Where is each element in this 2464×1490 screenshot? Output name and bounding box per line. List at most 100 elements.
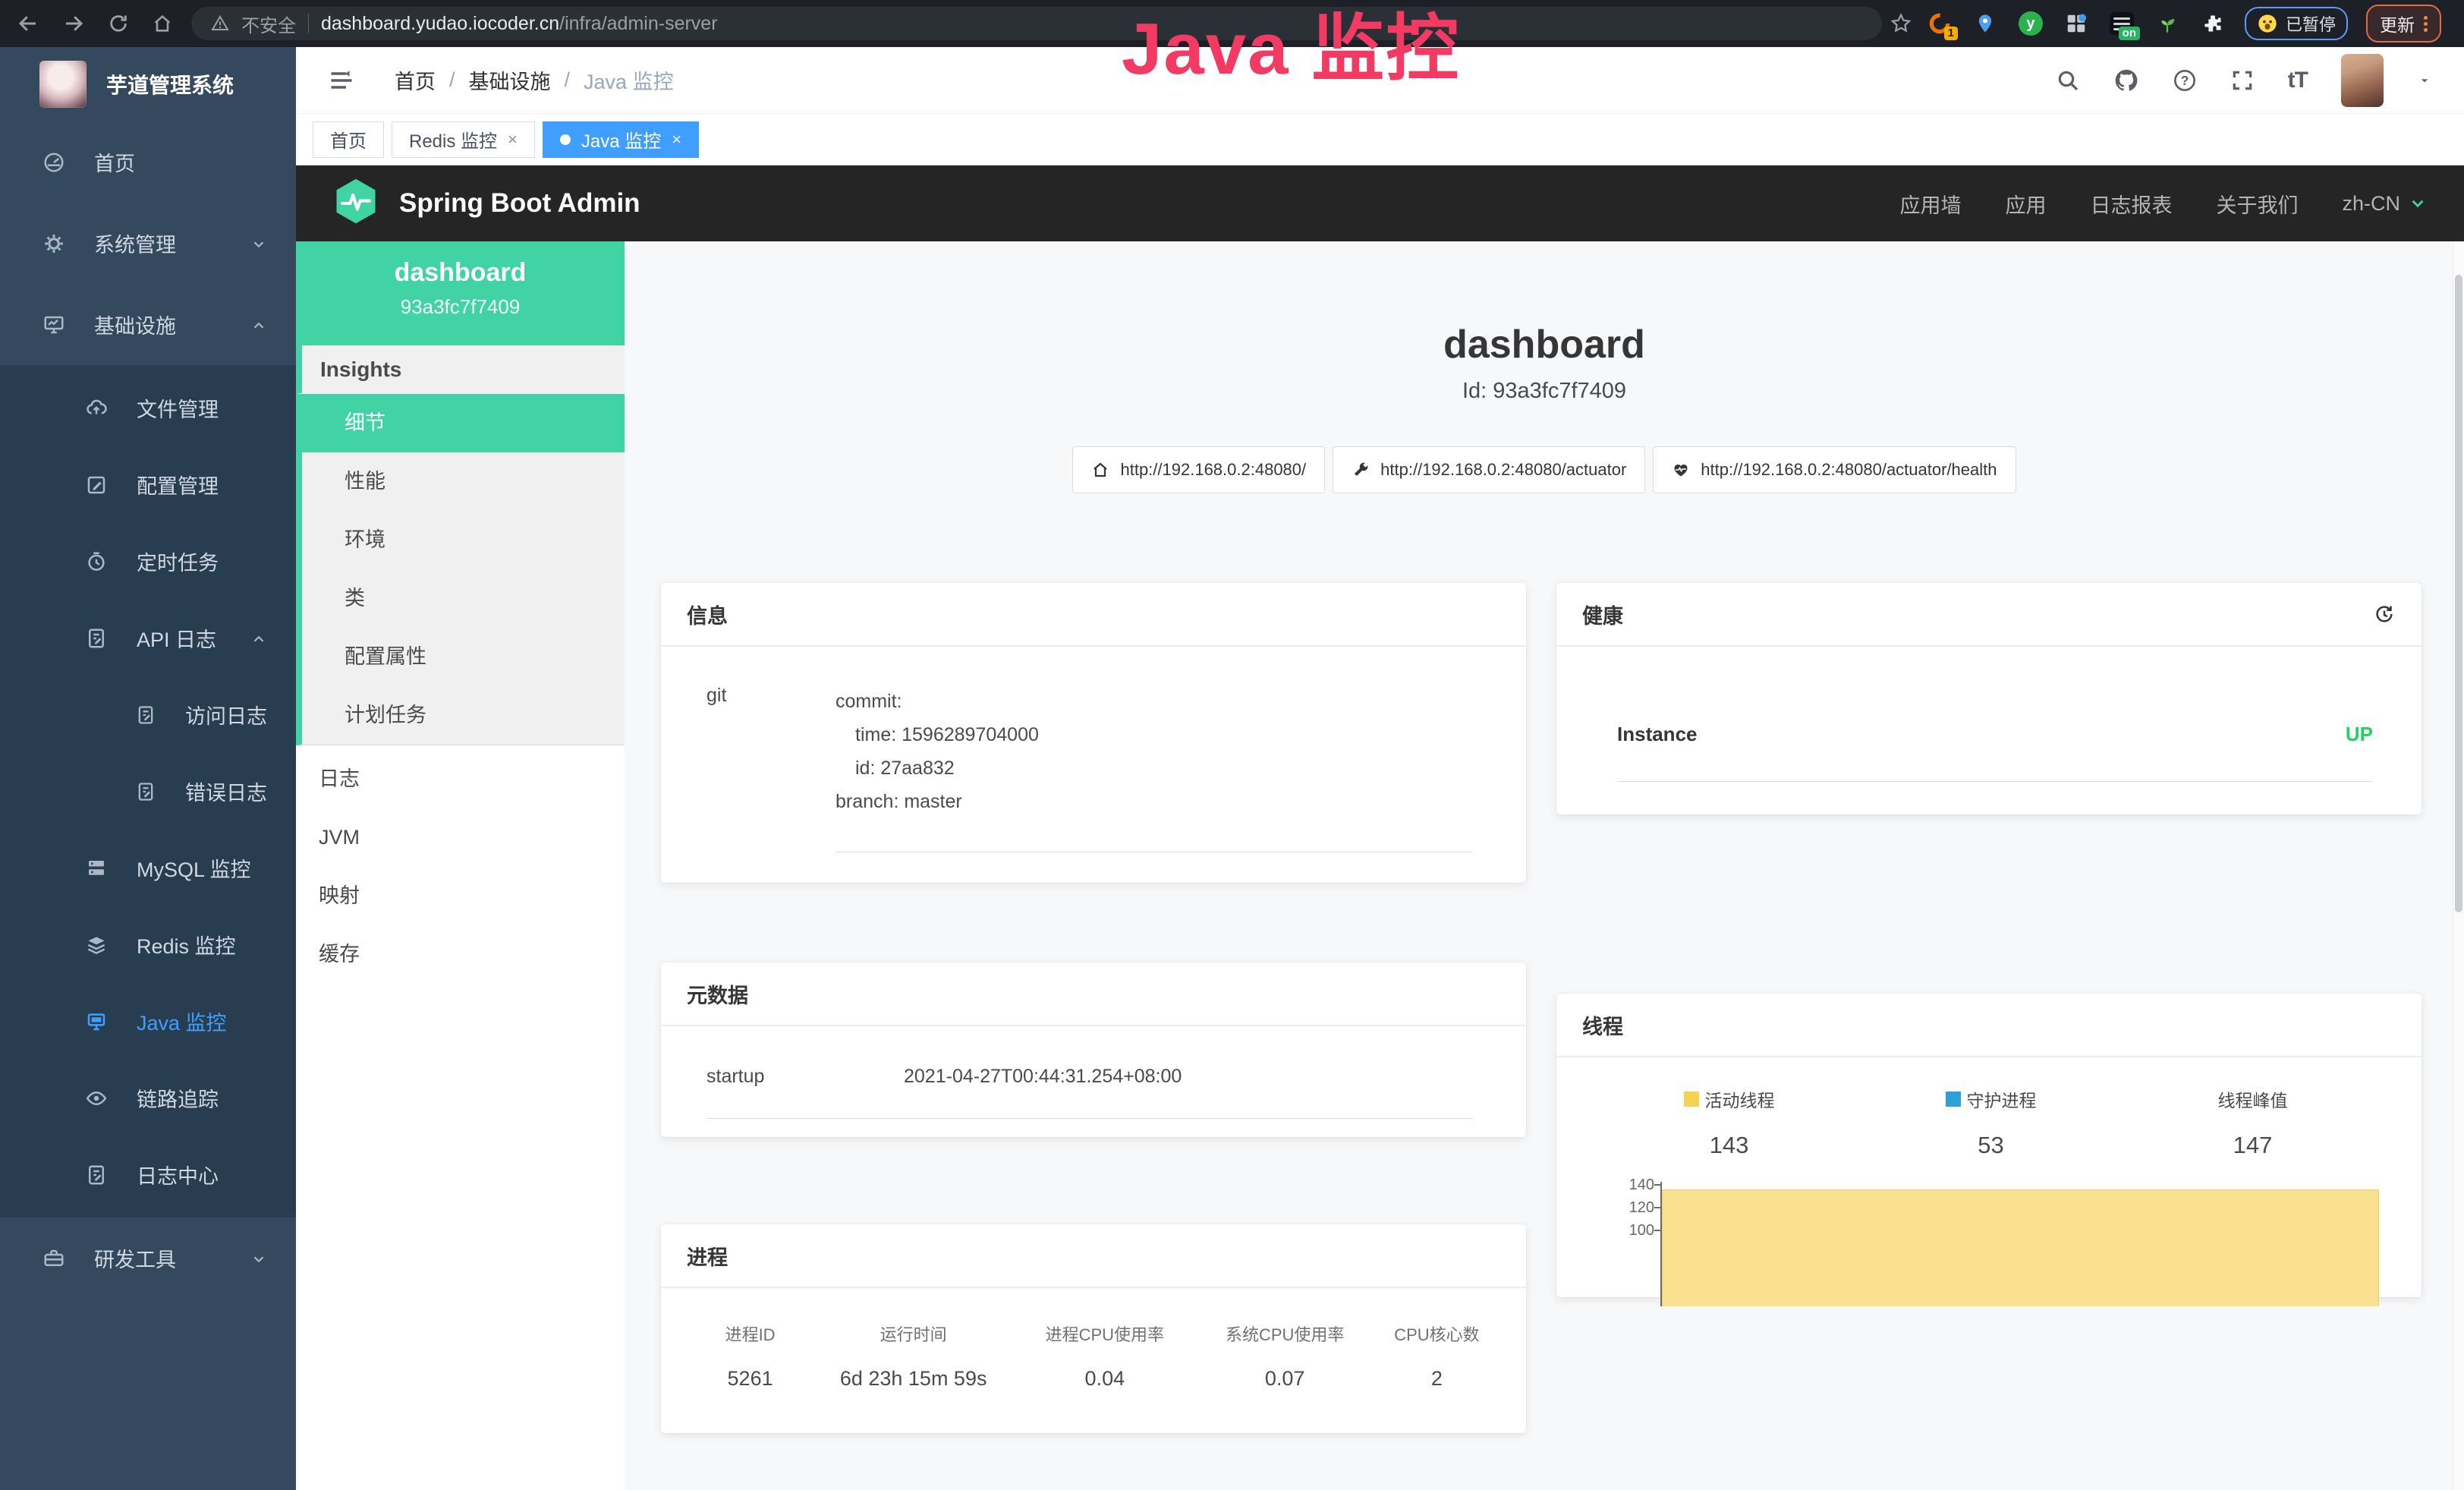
sidebar-item-access-logs[interactable]: 访问日志 [0,676,296,753]
log-edit-icon [85,627,108,650]
app-title: 芋道管理系统 [106,69,234,99]
tab-redis-monitor[interactable]: Redis 监控× [392,121,535,158]
extension-grid-icon[interactable] [2063,10,2090,37]
menu-item-mappings[interactable]: 映射 [296,867,625,925]
threads-card-title: 线程 [1582,1010,1623,1040]
fullscreen-icon[interactable] [2230,68,2255,93]
dashboard-gauge-icon [42,151,65,174]
cpu-cores: 2 [1375,1367,1499,1391]
sba-nav-applications[interactable]: 应用 [2005,189,2046,219]
y-tick: 100 [1609,1223,1654,1238]
legend-live-threads: 活动线程 [1598,1086,1860,1112]
extension-on-icon[interactable]: on [2108,10,2135,37]
menu-item-caches[interactable]: 缓存 [296,925,625,984]
actuator-url-button[interactable]: http://192.168.0.2:48080/actuator [1333,446,1645,493]
insights-item-details[interactable]: 细节 [296,394,625,452]
back-icon[interactable] [17,12,39,35]
process-pid: 5261 [688,1367,812,1391]
insights-item-scheduled-tasks[interactable]: 计划任务 [302,686,625,745]
legend-swatch-blue [1946,1092,1961,1107]
layers-icon [85,934,108,956]
insights-item-classes[interactable]: 类 [302,569,625,628]
bookmark-star-icon[interactable] [1890,12,1912,35]
github-icon[interactable] [2113,68,2139,93]
sidebar-item-mysql-monitor[interactable]: MySQL 监控 [0,830,296,906]
heartbeat-icon [1672,461,1690,479]
home-icon[interactable] [152,13,173,34]
sidebar-item-error-logs[interactable]: 错误日志 [0,753,296,830]
locale-selector[interactable]: zh-CN [2342,192,2428,216]
svg-text:?: ? [2180,73,2189,88]
browser-menu-icon[interactable] [2424,14,2428,34]
process-card-title: 进程 [687,1241,728,1271]
scrollbar-thumb[interactable] [2455,275,2462,912]
sidebar-item-file-management[interactable]: 文件管理 [0,370,296,446]
sidebar-item-api-logs[interactable]: API 日志 [0,600,296,676]
legend-swatch-yellow [1684,1092,1699,1107]
sidebar-item-infrastructure[interactable]: 基础设施 [0,284,296,365]
sidebar-item-system[interactable]: 系统管理 [0,203,296,284]
extension-sprout-icon[interactable] [2154,10,2181,37]
avatar[interactable] [2341,54,2384,107]
app-logo [39,61,87,108]
sidebar-item-redis-monitor[interactable]: Redis 监控 [0,906,296,983]
instance-id: 93a3fc7f7409 [296,295,625,319]
tab-java-monitor[interactable]: Java 监控× [543,121,699,158]
chevron-down-icon [2408,194,2428,213]
sidebar-item-scheduled-jobs[interactable]: 定时任务 [0,523,296,600]
forward-icon[interactable] [62,12,85,35]
menu-item-jvm[interactable]: JVM [296,808,625,867]
menu-item-logs[interactable]: 日志 [296,750,625,808]
info-card-title: 信息 [687,600,728,629]
instance-header[interactable]: dashboard 93a3fc7f7409 [296,241,625,345]
extension-colorzilla-icon[interactable]: 1 [1926,10,1953,37]
hamburger-icon[interactable] [328,67,355,94]
refresh-icon[interactable] [108,13,129,34]
insights-item-environment[interactable]: 环境 [302,511,625,569]
legend-peak-threads: 线程峰值 [2122,1086,2384,1112]
extension-y-icon[interactable]: y [2017,10,2044,37]
log-edit-icon [135,704,156,726]
insights-item-metrics[interactable]: 性能 [302,452,625,511]
sidebar-item-tracing[interactable]: 链路追踪 [0,1060,296,1136]
sidebar-item-log-center[interactable]: 日志中心 [0,1136,296,1213]
live-threads-area [1662,1189,2379,1306]
sba-nav-journal[interactable]: 日志报表 [2090,189,2172,219]
sba-nav-about[interactable]: 关于我们 [2216,189,2298,219]
extension-puzzle-icon[interactable] [2199,10,2226,37]
close-icon[interactable]: × [508,130,518,150]
search-icon[interactable] [2056,68,2080,93]
briefcase-icon [42,1247,65,1270]
sidebar-item-java-monitor[interactable]: Java 监控 [0,983,296,1060]
breadcrumb-home[interactable]: 首页 [395,65,436,95]
page-area: 首页 / 基础设施 / Java 监控 ? tT 首页 Redis 监控× Ja… [296,47,2464,1490]
extension-pin-icon[interactable] [1972,10,1999,37]
app-logo-row[interactable]: 芋道管理系统 [0,47,296,121]
history-icon[interactable] [2373,603,2396,625]
sba-nav-wallboard[interactable]: 应用墙 [1899,189,1961,219]
font-size-icon[interactable]: tT [2288,68,2308,93]
scrollbar[interactable] [2453,241,2464,1490]
extension-paused-pill[interactable]: 已暂停 [2245,7,2348,40]
sidebar-item-config-management[interactable]: 配置管理 [0,446,296,523]
sba-brand[interactable]: Spring Boot Admin [332,178,640,229]
screen: 不安全 dashboard.yudao.iocoder.cn/infra/adm… [0,0,2464,1490]
update-button[interactable]: 更新 [2366,5,2441,43]
insights-item-configprops[interactable]: 配置属性 [302,628,625,686]
eye-icon [85,1087,108,1110]
instance-id-line: Id: 93a3fc7f7409 [625,379,2464,404]
tab-home[interactable]: 首页 [313,121,384,158]
log-edit-icon [135,781,156,802]
breadcrumb-infra[interactable]: 基础设施 [469,65,551,95]
sidebar-item-home[interactable]: 首页 [0,121,296,203]
sidebar-item-dev-tools[interactable]: 研发工具 [0,1218,296,1299]
health-card: 健康 Instance UP [1556,583,2422,814]
health-url-button[interactable]: http://192.168.0.2:48080/actuator/health [1653,446,2016,493]
caret-down-icon[interactable] [2417,73,2432,88]
help-icon[interactable]: ? [2173,68,2197,93]
address-bar[interactable]: 不安全 dashboard.yudao.iocoder.cn/infra/adm… [191,7,1882,40]
annotation-text: Java 监控 [1122,0,1460,95]
service-url-button[interactable]: http://192.168.0.2:48080/ [1072,446,1325,493]
tab-bar: 首页 Redis 监控× Java 监控× [296,114,2464,165]
close-icon[interactable]: × [672,130,681,150]
